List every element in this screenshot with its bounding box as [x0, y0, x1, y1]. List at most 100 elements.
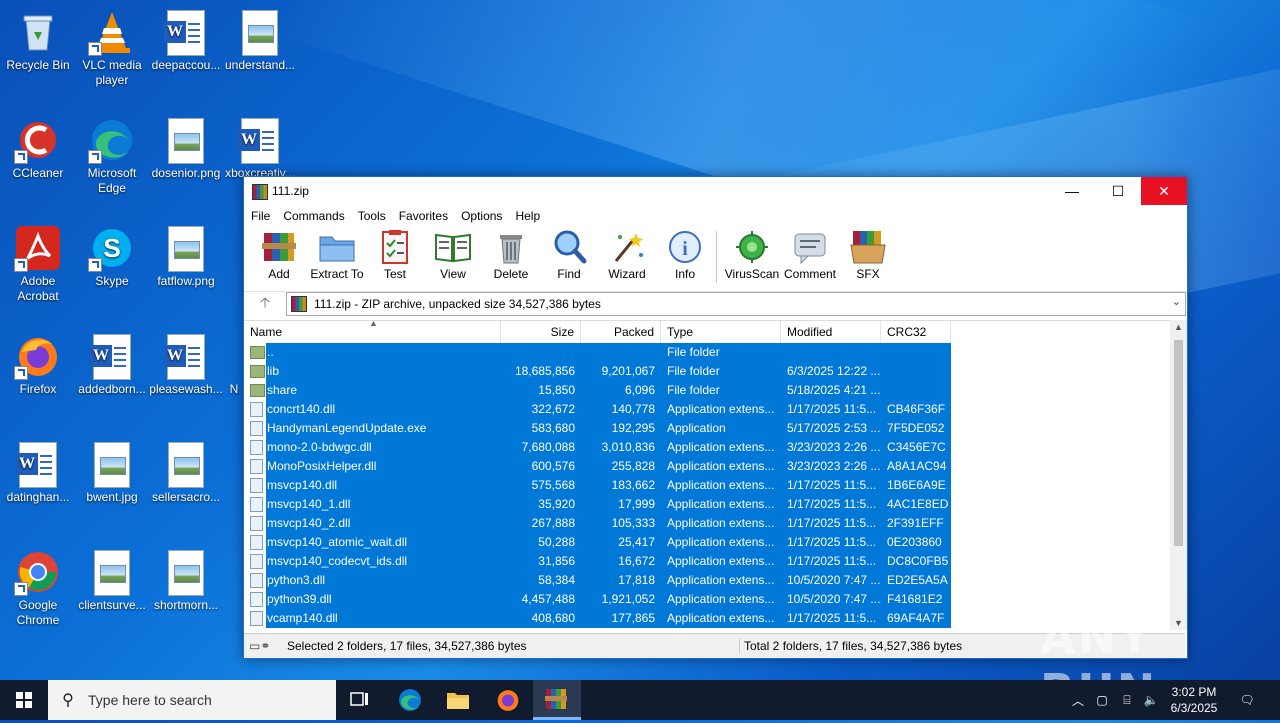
adobe-acrobat-desktop-icon[interactable]: Adobe Acrobat: [0, 220, 76, 304]
cell-crc: CB46F36F: [881, 400, 951, 419]
wizard-button[interactable]: Wizard: [598, 227, 656, 281]
cell-type: Application extens...: [661, 457, 781, 476]
windows-logo-icon: [16, 692, 32, 708]
view-button[interactable]: View: [424, 227, 482, 281]
microsoft-edge-desktop-icon[interactable]: Microsoft Edge: [74, 112, 150, 196]
vertical-scrollbar[interactable]: ▲ ▼: [1170, 320, 1187, 630]
taskbar-firefox[interactable]: [484, 680, 532, 720]
task-view-button[interactable]: [336, 680, 384, 720]
cell-crc: [881, 381, 951, 400]
chevron-down-icon[interactable]: ⌄: [1172, 295, 1181, 308]
xboxcreativ-desktop-icon[interactable]: W xboxcreativ...: [222, 112, 298, 181]
table-row[interactable]: msvcp140_1.dll 35,920 17,999 Application ex…: [244, 495, 1185, 514]
table-row[interactable]: mono-2.0-bdwgc.dll 7,680,088 3,010,836 Appl…: [244, 438, 1185, 457]
cell-crc: 7F5DE052: [881, 419, 951, 438]
tray-device-icon[interactable]: ▢: [1092, 680, 1112, 720]
address-bar: 🡡 111.zip - ZIP archive, unpacked size 3…: [244, 291, 1187, 316]
taskbar-search-box[interactable]: ⚲ Type here to search: [48, 680, 336, 720]
table-row[interactable]: HandymanLegendUpdate.exe 583,680 192,295 Ap…: [244, 419, 1185, 438]
menu-options[interactable]: Options: [461, 209, 502, 223]
up-arrow-icon[interactable]: 🡡: [244, 292, 286, 316]
recycle-bin-desktop-icon[interactable]: Recycle Bin: [0, 4, 76, 73]
clock[interactable]: 3:02 PM 6/3/2025: [1164, 684, 1224, 716]
cell-size: 35,920: [501, 495, 581, 514]
column-crc32[interactable]: CRC32: [881, 321, 951, 343]
menu-help[interactable]: Help: [515, 209, 540, 223]
find-button[interactable]: Find: [540, 227, 598, 281]
menu-commands[interactable]: Commands: [283, 209, 344, 223]
taskbar-edge[interactable]: [386, 680, 434, 720]
sfx-button[interactable]: SFX: [839, 227, 897, 281]
skype-desktop-icon[interactable]: S Skype: [74, 220, 150, 289]
cell-name: python3.dll: [266, 571, 501, 590]
close-button[interactable]: ✕: [1141, 177, 1187, 205]
datinghan-desktop-icon[interactable]: W datinghan...: [0, 436, 76, 505]
cell-packed: 192,295: [581, 419, 661, 438]
folder-icon: [250, 346, 265, 360]
cell-packed: 16,672: [581, 552, 661, 571]
deepaccou-desktop-icon[interactable]: W deepaccou...: [148, 4, 224, 73]
comment-button[interactable]: Comment: [781, 227, 839, 281]
scroll-thumb[interactable]: [1174, 340, 1183, 546]
drive-icon[interactable]: ▭⚭: [244, 639, 287, 653]
word-document-icon: W: [164, 334, 208, 380]
info-button[interactable]: i Info: [656, 227, 714, 281]
table-row[interactable]: msvcp140_codecvt_ids.dll 31,856 16,672 Appl…: [244, 552, 1185, 571]
menu-file[interactable]: File: [251, 209, 270, 223]
table-row[interactable]: msvcp140_2.dll 267,888 105,333 Application …: [244, 514, 1185, 533]
clientsurve-desktop-icon[interactable]: clientsurve...: [74, 544, 150, 613]
table-row[interactable]: msvcp140.dll 575,568 183,662 Application ex…: [244, 476, 1185, 495]
menu-favorites[interactable]: Favorites: [399, 209, 448, 223]
menu-tools[interactable]: Tools: [358, 209, 386, 223]
ccleaner-desktop-icon[interactable]: CCleaner: [0, 112, 76, 181]
table-row[interactable]: python3.dll 58,384 17,818 Application exten…: [244, 571, 1185, 590]
cell-size: 267,888: [501, 514, 581, 533]
notifications-icon[interactable]: 🗨: [1232, 680, 1262, 720]
volume-icon[interactable]: 🔈: [1140, 680, 1162, 720]
addedborn-desktop-icon[interactable]: W addedborn...: [74, 328, 150, 397]
column-size[interactable]: Size: [501, 321, 581, 343]
delete-button[interactable]: Delete: [482, 227, 540, 281]
taskbar-file-explorer[interactable]: [434, 680, 482, 720]
fatflow-desktop-icon[interactable]: fatflow.png: [148, 220, 224, 289]
word-document-icon: W: [238, 118, 282, 164]
table-row[interactable]: share 15,850 6,096 File folder 5/18/2025 4:2…: [244, 381, 1185, 400]
dll-file-icon: [250, 402, 263, 418]
table-row[interactable]: MonoPosixHelper.dll 600,576 255,828 Applica…: [244, 457, 1185, 476]
start-button[interactable]: [0, 680, 48, 720]
dosenior-desktop-icon[interactable]: dosenior.png: [148, 112, 224, 181]
cell-size: 50,288: [501, 533, 581, 552]
virusscan-button[interactable]: VirusScan: [723, 227, 781, 281]
firefox-desktop-icon[interactable]: Firefox: [0, 328, 76, 397]
table-row[interactable]: python39.dll 4,457,488 1,921,052 Applicatio…: [244, 590, 1185, 609]
shortmorn-desktop-icon[interactable]: shortmorn...: [148, 544, 224, 613]
understand-desktop-icon[interactable]: understand...: [222, 4, 298, 73]
cell-crc: A8A1AC94: [881, 457, 951, 476]
test-button[interactable]: Test: [366, 227, 424, 281]
network-icon[interactable]: ⌸: [1116, 680, 1138, 720]
tray-overflow-chevron-icon[interactable]: ︿: [1068, 680, 1088, 720]
google-chrome-desktop-icon[interactable]: Google Chrome: [0, 544, 76, 628]
pleasewash-desktop-icon[interactable]: W pleasewash...: [148, 328, 224, 397]
taskbar-winrar[interactable]: [533, 680, 581, 720]
bwent-desktop-icon[interactable]: bwent.jpg: [74, 436, 150, 505]
table-row[interactable]: .. File folder: [244, 343, 1185, 362]
maximize-button[interactable]: ☐: [1095, 177, 1141, 205]
cell-size: 600,576: [501, 457, 581, 476]
dll-file-icon: [250, 535, 263, 551]
add-button[interactable]: Add: [250, 227, 308, 281]
minimize-button[interactable]: —: [1049, 177, 1095, 205]
table-row[interactable]: concrt140.dll 322,672 140,778 Application e…: [244, 400, 1185, 419]
extract-to-button[interactable]: Extract To: [308, 227, 366, 281]
archive-path-field[interactable]: 111.zip - ZIP archive, unpacked size 34,…: [286, 292, 1186, 316]
scroll-up-icon[interactable]: ▲: [1170, 322, 1187, 332]
table-row[interactable]: msvcp140_atomic_wait.dll 50,288 25,417 Appl…: [244, 533, 1185, 552]
table-row[interactable]: lib 18,685,856 9,201,067 File folder 6/3/202…: [244, 362, 1185, 381]
column-type[interactable]: Type: [661, 321, 781, 343]
vlc-desktop-icon[interactable]: VLC media player: [74, 4, 150, 88]
column-packed[interactable]: Packed: [581, 321, 661, 343]
cell-size: 7,680,088: [501, 438, 581, 457]
column-modified[interactable]: Modified: [781, 321, 881, 343]
title-bar[interactable]: 111.zip — ☐ ✕: [244, 177, 1187, 205]
sellersacro-desktop-icon[interactable]: sellersacro...: [148, 436, 224, 505]
